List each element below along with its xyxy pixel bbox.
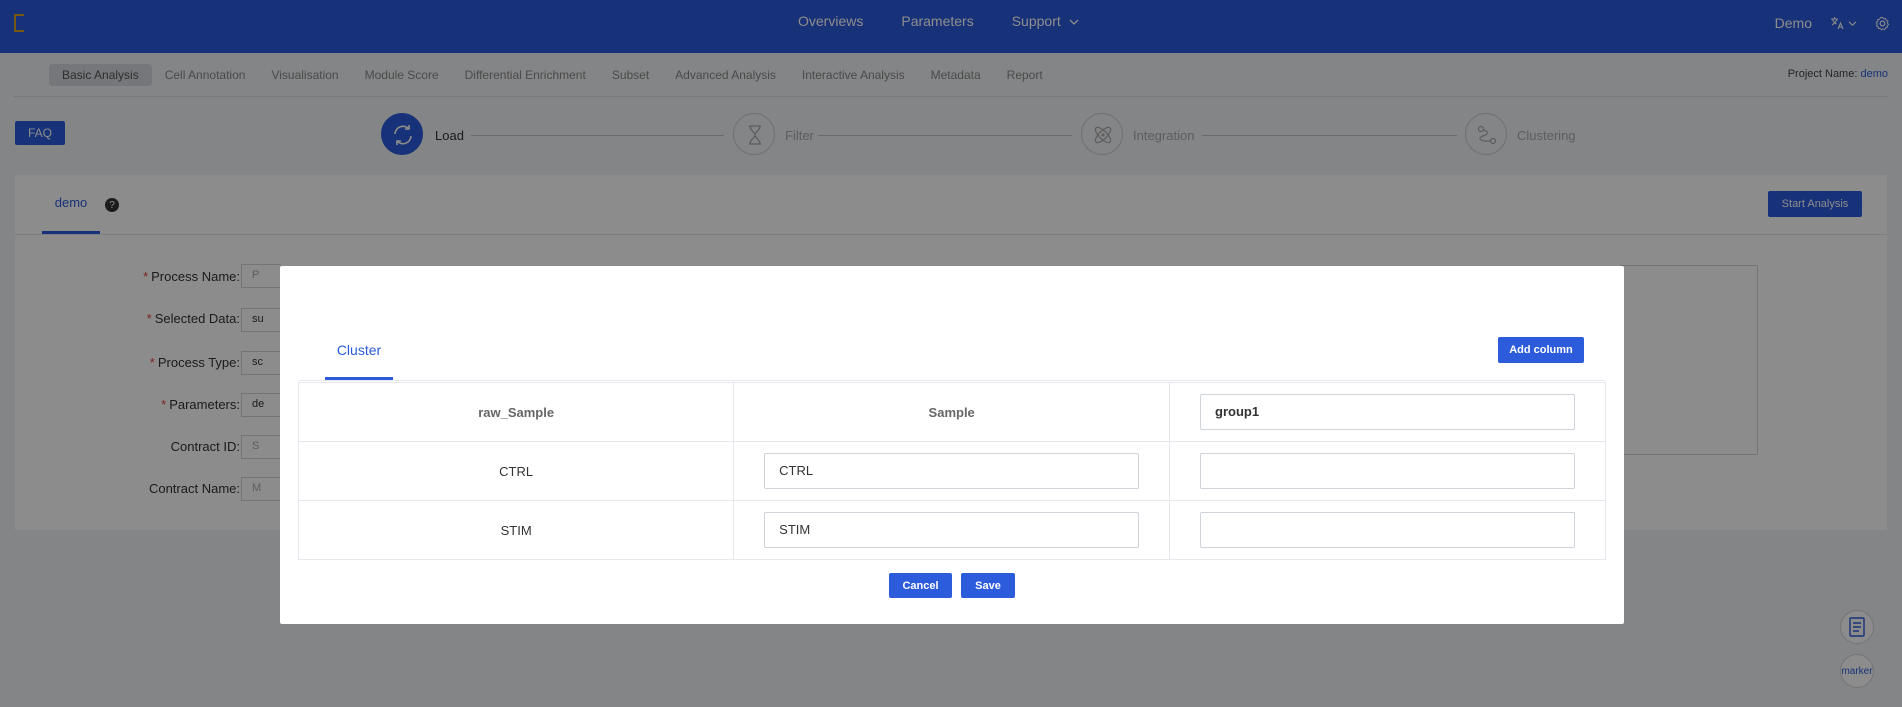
column-header-group: group1 — [1169, 382, 1606, 442]
save-button[interactable]: Save — [961, 573, 1015, 598]
table-row: CTRL CTRL — [297, 441, 1606, 501]
cancel-button[interactable]: Cancel — [889, 573, 952, 598]
tab-cluster[interactable]: Cluster — [325, 342, 393, 358]
column-header-raw-sample: raw_Sample — [297, 382, 735, 442]
group-name-input[interactable]: group1 — [1200, 394, 1576, 430]
cluster-dialog: Cluster Add column raw_Sample Sample gro… — [280, 266, 1624, 624]
group-cell — [1169, 500, 1606, 560]
group-input[interactable] — [1200, 512, 1576, 548]
sample-cell: CTRL — [733, 441, 1171, 501]
group-input[interactable] — [1200, 453, 1576, 489]
add-column-button[interactable]: Add column — [1498, 337, 1584, 363]
sample-cell: STIM — [733, 500, 1171, 560]
table-row: STIM STIM — [297, 500, 1606, 560]
raw-sample-cell: STIM — [297, 500, 735, 560]
tab-divider — [299, 380, 1605, 381]
group-cell — [1169, 441, 1606, 501]
cluster-table: raw_Sample Sample group1 CTRL CTRL STIM … — [297, 382, 1606, 560]
table-header-row: raw_Sample Sample group1 — [297, 382, 1606, 442]
sample-input[interactable]: CTRL — [764, 453, 1140, 489]
column-header-sample: Sample — [733, 382, 1171, 442]
raw-sample-cell: CTRL — [297, 441, 735, 501]
sample-input[interactable]: STIM — [764, 512, 1140, 548]
